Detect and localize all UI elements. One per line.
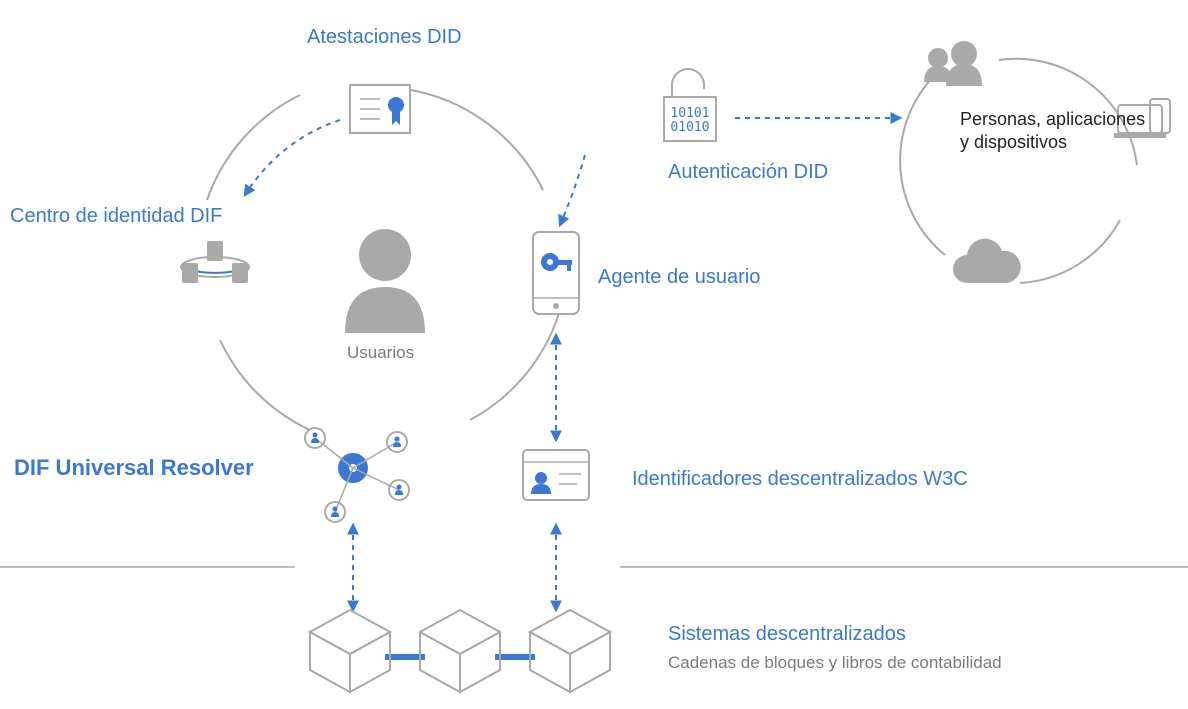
attestations-label: Atestaciones DID — [307, 26, 462, 48]
arrow-attestations-to-hub — [245, 120, 340, 195]
identity-hub-label: Centro de identidad DIF — [10, 205, 222, 227]
padlock-bits-2: 01010 — [670, 120, 709, 135]
users-label: Usuarios — [347, 343, 414, 362]
did-auth-label: Autenticación DID — [668, 161, 828, 183]
arrow-to-user-agent — [560, 155, 585, 225]
blockchain-icon — [310, 610, 610, 692]
id-card-icon — [523, 450, 589, 500]
people-group-icon — [924, 41, 982, 86]
decentralized-systems-sub-label: Cadenas de bloques y libros de contabili… — [668, 653, 1002, 672]
universal-resolver-label: DIF Universal Resolver — [14, 455, 254, 480]
cloud-icon — [953, 239, 1021, 283]
people-apps-devices-label-1: Personas, aplicaciones — [960, 109, 1145, 129]
w3c-did-label: Identificadores descentralizados W3C — [632, 468, 968, 490]
resolver-network-icon — [305, 428, 409, 522]
padlock-icon: 10101 01010 — [664, 69, 716, 141]
phone-key-icon — [533, 232, 579, 314]
user-agent-label: Agente de usuario — [598, 266, 760, 288]
padlock-bits-1: 10101 — [670, 106, 709, 121]
people-apps-devices-circle — [900, 59, 1137, 283]
certificate-icon — [350, 85, 410, 133]
did-architecture-diagram: 10101 01010 — [0, 0, 1188, 709]
people-apps-devices-label-2: y dispositivos — [960, 132, 1067, 152]
identity-hub-icon — [181, 241, 249, 283]
user-icon — [345, 229, 425, 333]
decentralized-systems-label: Sistemas descentralizados — [668, 623, 906, 645]
